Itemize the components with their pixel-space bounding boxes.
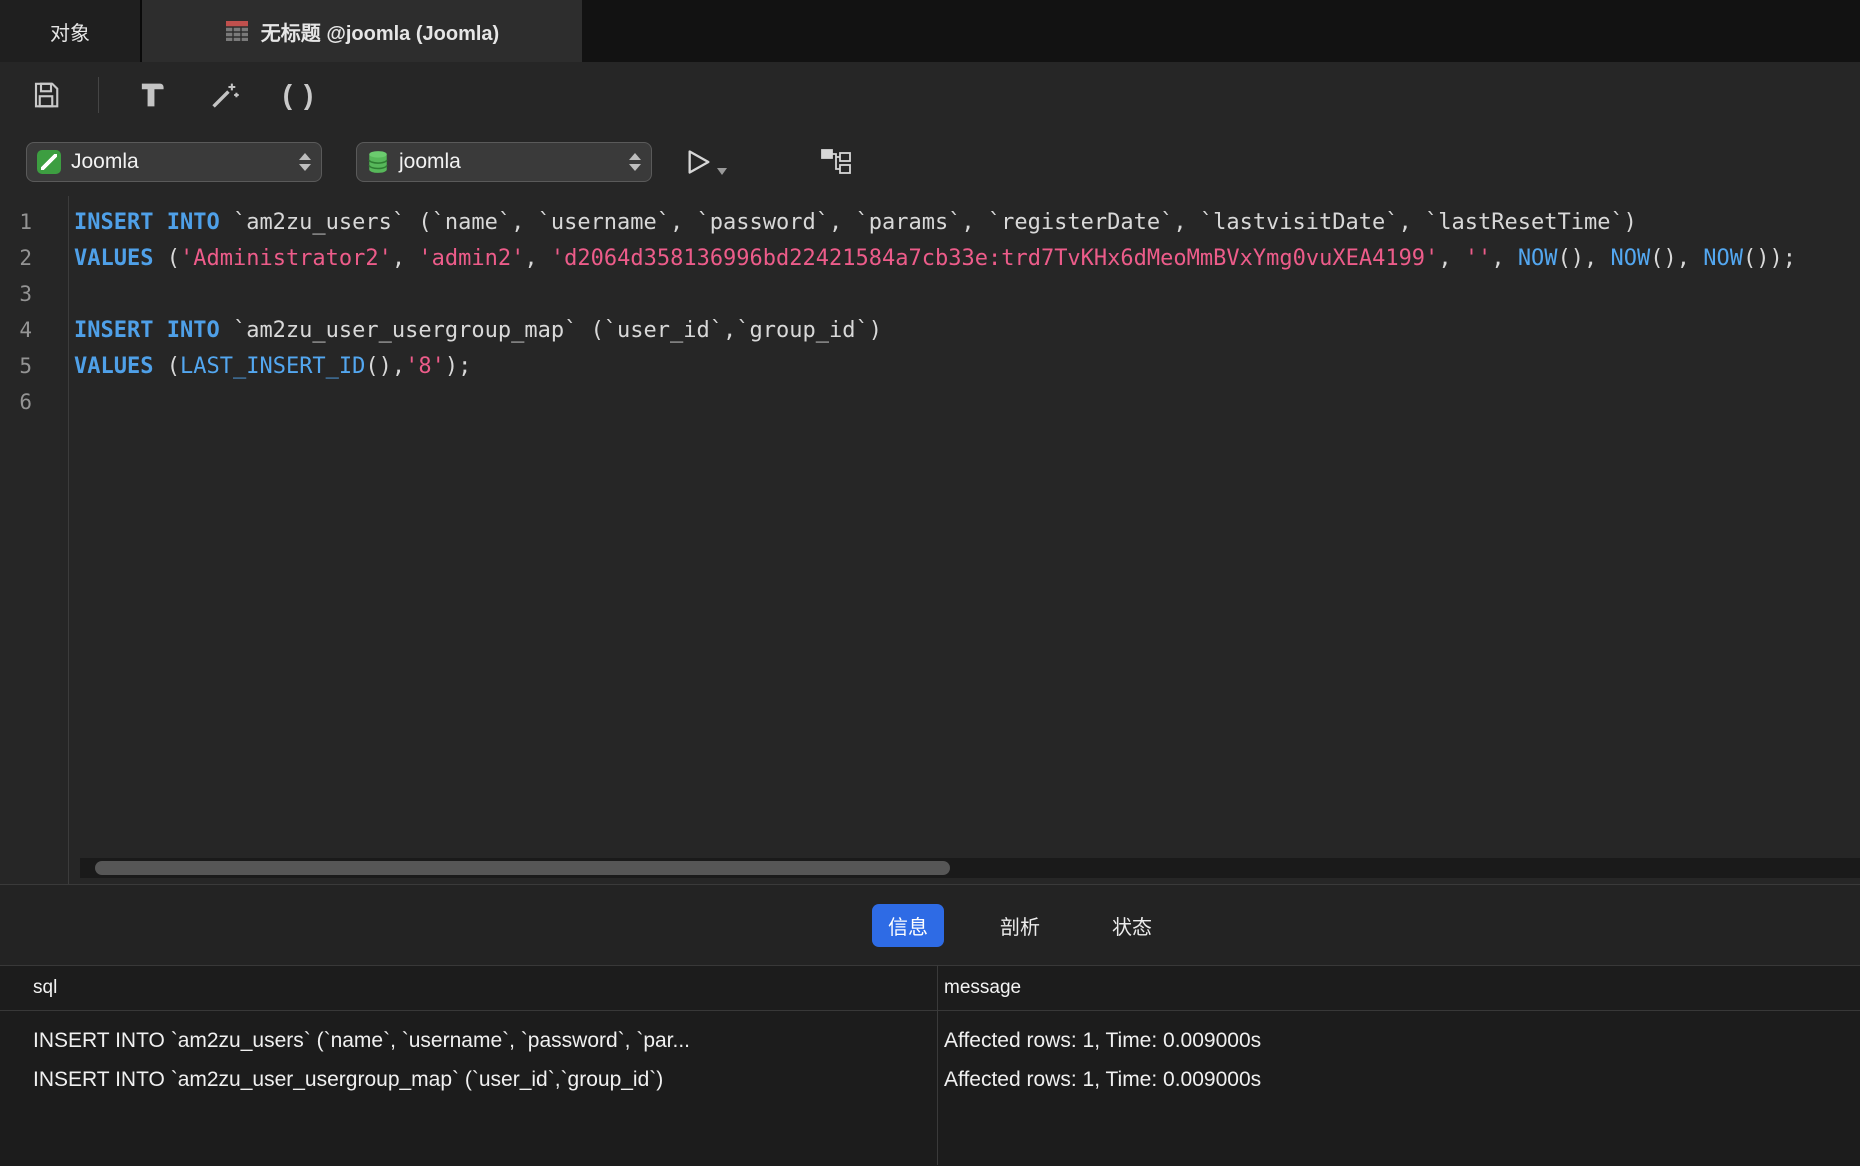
code-line[interactable]: 2 VALUES ('Administrator2', 'admin2', 'd2… xyxy=(0,240,1860,276)
run-icon xyxy=(686,148,712,176)
save-icon xyxy=(31,80,61,110)
column-header-sql: sql xyxy=(33,977,58,998)
connection-select[interactable]: Joomla xyxy=(26,142,322,182)
tab-query[interactable]: 无标题 @joomla (Joomla) xyxy=(142,0,582,62)
editor-lines: 1 INSERT INTO `am2zu_users` (`name`, `use… xyxy=(0,196,1860,420)
code-text: INSERT INTO `am2zu_user_usergroup_map` (… xyxy=(74,317,882,343)
run-dropdown-icon xyxy=(716,166,728,176)
toolbar-separator xyxy=(98,77,99,113)
database-select-value: joomla xyxy=(399,150,461,173)
code-text: INSERT INTO `am2zu_users` (`name`, `user… xyxy=(74,209,1637,235)
horizontal-scrollbar[interactable] xyxy=(80,858,1860,878)
code-text: VALUES (LAST_INSERT_ID(),'8'); xyxy=(74,353,472,379)
run-button[interactable] xyxy=(686,148,728,176)
bottom-tab-2[interactable]: 状态 xyxy=(1096,904,1168,947)
result-tabs-row: 信息 剖析 状态 xyxy=(0,884,1860,965)
hammer-icon xyxy=(135,79,167,111)
code-line[interactable]: 1 INSERT INTO `am2zu_users` (`name`, `use… xyxy=(0,204,1860,240)
code-line[interactable]: 5 VALUES (LAST_INSERT_ID(),'8'); xyxy=(0,348,1860,384)
results-panel: sql message INSERT INTO `am2zu_users` (`… xyxy=(0,965,1860,1166)
result-message-cell: Affected rows: 1, Time: 0.009000s xyxy=(944,1028,1262,1052)
database-icon xyxy=(367,150,389,174)
chevron-updown-icon xyxy=(629,153,641,171)
scrollbar-thumb[interactable] xyxy=(95,861,950,875)
column-header-message: message xyxy=(944,977,1022,998)
tab-query-label: 无标题 @joomla (Joomla) xyxy=(260,22,500,45)
tab-objects-label: 对象 xyxy=(50,22,90,45)
table-icon xyxy=(225,20,249,42)
line-number: 3 xyxy=(19,282,32,306)
explain-button[interactable] xyxy=(820,148,852,176)
line-number: 4 xyxy=(19,318,32,342)
code-line[interactable]: 3 xyxy=(0,276,1860,312)
chevron-updown-icon xyxy=(299,153,311,171)
magic-wand-icon xyxy=(209,79,241,111)
results-rows: INSERT INTO `am2zu_users` (`name`, `user… xyxy=(0,1011,1860,1099)
result-message-cell: Affected rows: 1, Time: 0.009000s xyxy=(944,1067,1262,1091)
database-select[interactable]: joomla xyxy=(356,142,652,182)
beautify-button[interactable] xyxy=(203,73,247,117)
result-sql-cell: INSERT INTO `am2zu_users` (`name`, `user… xyxy=(33,1028,691,1052)
explain-plan-icon xyxy=(820,148,852,176)
line-number: 6 xyxy=(19,390,32,414)
connection-select-value: Joomla xyxy=(71,150,139,173)
code-text: VALUES ('Administrator2', 'admin2', 'd20… xyxy=(74,245,1797,271)
save-button[interactable] xyxy=(24,73,68,117)
sql-editor[interactable]: 1 INSERT INTO `am2zu_users` (`name`, `use… xyxy=(0,196,1860,884)
result-sql-cell: INSERT INTO `am2zu_user_usergroup_map` (… xyxy=(33,1067,664,1091)
code-line[interactable]: 4 INSERT INTO `am2zu_user_usergroup_map` … xyxy=(0,312,1860,348)
toolbar: ( ) xyxy=(0,62,1860,128)
connection-icon xyxy=(37,150,61,174)
results-header: sql message xyxy=(0,965,1860,1011)
window-tab-bar: 对象 无标题 @joomla (Joomla) xyxy=(0,0,1860,62)
result-row[interactable]: INSERT INTO `am2zu_users` (`name`, `user… xyxy=(0,1021,1860,1060)
result-row[interactable]: INSERT INTO `am2zu_user_usergroup_map` (… xyxy=(0,1060,1860,1099)
line-number: 5 xyxy=(19,354,32,378)
code-line[interactable]: 6 xyxy=(0,384,1860,420)
line-number: 1 xyxy=(19,210,32,234)
tab-objects[interactable]: 对象 xyxy=(0,0,142,62)
line-number: 2 xyxy=(19,246,32,270)
parentheses-icon: ( ) xyxy=(282,79,316,110)
connection-bar: Joomla joomla xyxy=(0,128,1860,196)
result-tabs: 信息 剖析 状态 xyxy=(872,903,1168,947)
format-button[interactable] xyxy=(129,73,173,117)
code-snippet-button[interactable]: ( ) xyxy=(277,73,321,117)
bottom-tab-1[interactable]: 剖析 xyxy=(984,904,1056,947)
bottom-tab-0[interactable]: 信息 xyxy=(872,903,944,947)
